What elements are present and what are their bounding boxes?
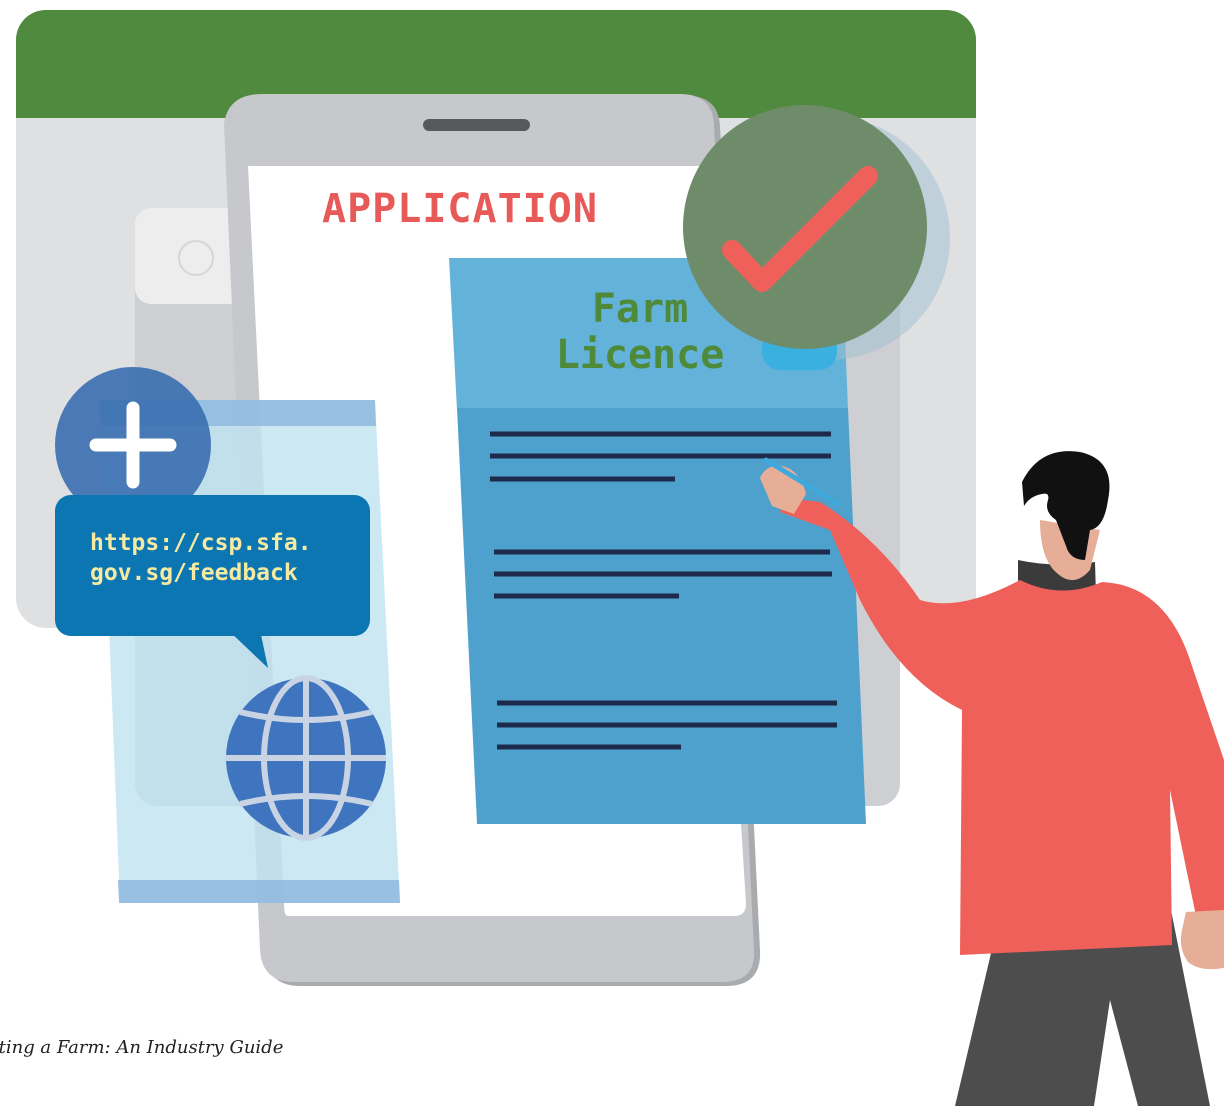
phone-speaker [423, 119, 530, 131]
page-caption: rting a Farm: An Industry Guide [0, 1037, 284, 1058]
application-heading: APPLICATION [322, 186, 598, 232]
farm-licence-title: Farm Licence [555, 286, 725, 378]
person-left-hand [1180, 910, 1224, 970]
globe-icon [226, 675, 386, 841]
feedback-url: https://csp.sfa. gov.sg/feedback [90, 530, 312, 586]
